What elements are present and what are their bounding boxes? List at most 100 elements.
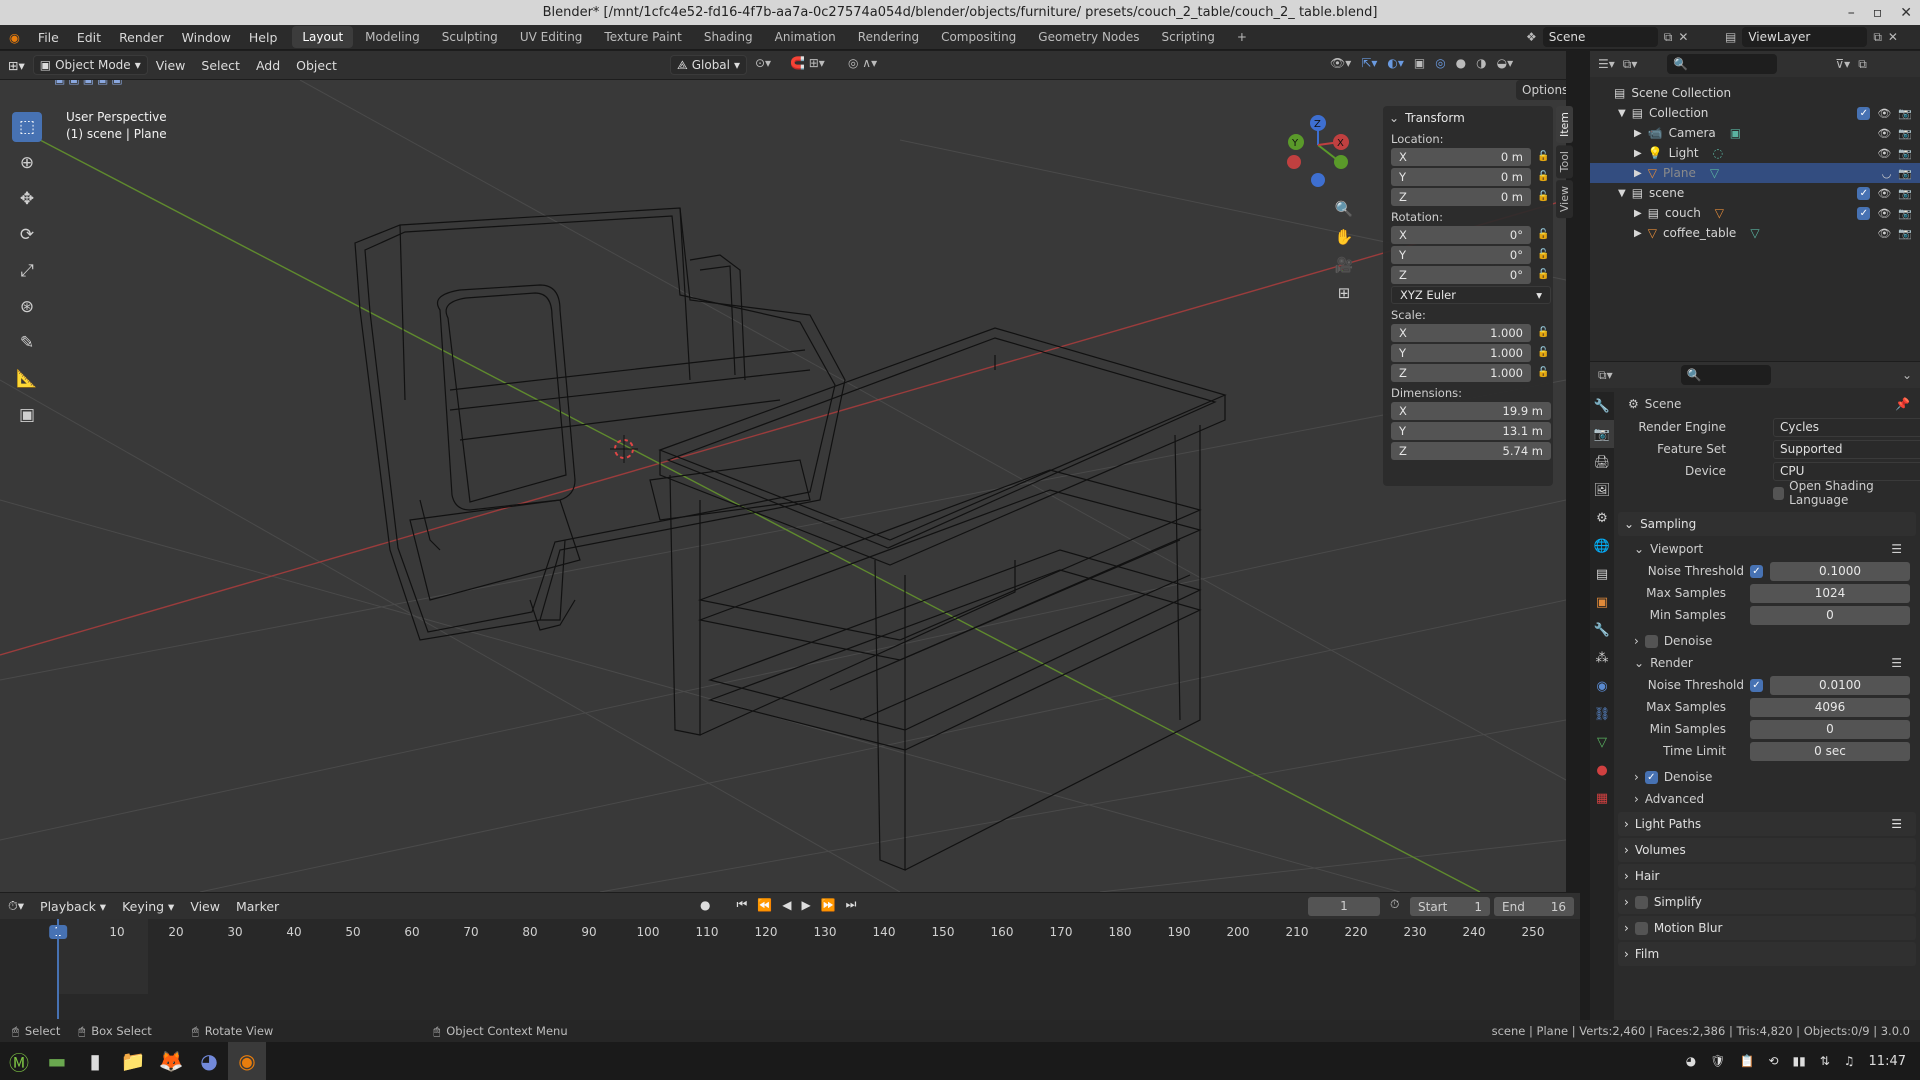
camera-icon[interactable]: 📷 (1898, 107, 1912, 120)
render-tab-icon[interactable]: 📷 (1590, 420, 1614, 448)
dimensions-x-field[interactable]: X 19.9 m (1391, 401, 1551, 420)
output-tab-icon[interactable]: 🖨 (1590, 448, 1614, 476)
chevron-down-icon[interactable]: ▼ (1618, 108, 1626, 119)
select-box-tool-icon[interactable]: ⬚ (12, 112, 42, 142)
exclude-checkbox[interactable]: ✓ (1857, 186, 1871, 200)
outliner-row-coffee-table[interactable]: ▶ ▽ coffee_table ▽ 👁 📷 (1590, 223, 1920, 243)
location-z-field[interactable]: Z0 m (1391, 187, 1531, 206)
options-dropdown[interactable]: Options▾ (1516, 80, 1566, 100)
play-reverse-icon[interactable]: ◀ (782, 898, 791, 912)
render-subpanel-header[interactable]: ⌄ Render ☰ (1618, 652, 1916, 674)
rotation-x-field[interactable]: X 0° (1391, 225, 1531, 244)
lock-icon[interactable]: 🔓 (1537, 171, 1549, 183)
menu-edit[interactable]: Edit (68, 25, 110, 50)
minimize-icon[interactable]: – (1848, 5, 1855, 21)
outliner-row-couch[interactable]: ▶ ▤ couch ▽ ✓ 👁 📷 (1590, 203, 1920, 223)
menu-view[interactable]: View (148, 58, 194, 73)
network-icon[interactable]: ⇅ (1820, 1054, 1830, 1068)
menu-window[interactable]: Window (173, 25, 240, 50)
r-denoise-header[interactable]: › ✓ Denoise (1618, 766, 1916, 788)
tab-compositing[interactable]: Compositing (931, 26, 1026, 48)
camera-icon[interactable]: 📷 (1898, 167, 1912, 180)
object-tab-icon[interactable]: ▣ (1590, 588, 1614, 616)
r-time-field[interactable]: 0 sec (1750, 741, 1910, 761)
hair-header[interactable]: › Hair (1618, 864, 1916, 888)
tab-view[interactable]: View (1556, 180, 1573, 219)
scene-tab-icon[interactable]: ⚙ (1590, 504, 1614, 532)
clipboard-icon[interactable]: 📋 (1739, 1054, 1754, 1068)
outliner-row-collection[interactable]: ▼ ▤ Collection ✓ 👁 📷 (1590, 103, 1920, 123)
blender-logo-icon[interactable]: ◉ (0, 25, 29, 50)
outliner-row-light[interactable]: ▶ 💡 Light ◌ 👁 📷 (1590, 143, 1920, 163)
lock-icon[interactable]: 🔓 (1537, 191, 1549, 203)
timeline-area[interactable]: 1102030405060708090100110120130140150160… (0, 919, 1580, 1033)
measure-tool-icon[interactable]: 📐 (12, 364, 42, 394)
scene-field[interactable]: Scene (1542, 27, 1658, 47)
jump-keyframe-forward-icon[interactable]: ⏩ (821, 898, 836, 912)
keyboard-layout-flag-icon[interactable]: ▮▮ (1792, 1054, 1805, 1068)
tab-geometry-nodes[interactable]: Geometry Nodes (1028, 26, 1149, 48)
exclude-checkbox[interactable]: ✓ (1857, 206, 1871, 220)
blender-taskbar-icon[interactable]: ◉ (228, 1042, 266, 1080)
collection-tab-icon[interactable]: ▤ (1590, 560, 1614, 588)
new-scene-icon[interactable]: ⧉ (1664, 30, 1673, 45)
update-icon[interactable]: ⟲ (1768, 1054, 1778, 1068)
select-invert-icon[interactable]: ▣ (97, 80, 108, 86)
r-denoise-checkbox[interactable]: ✓ (1644, 770, 1658, 784)
zoom-icon[interactable]: 🔍 (1330, 200, 1358, 228)
outliner-row-plane[interactable]: ▶ ▽ Plane ▽ ◡ 📷 (1590, 163, 1920, 183)
modifier-tab-icon[interactable]: 🔧 (1590, 616, 1614, 644)
jump-keyframe-back-icon[interactable]: ⏪ (757, 898, 772, 912)
scale-y-field[interactable]: Y 1.000 (1391, 343, 1531, 362)
lock-icon[interactable]: 🔓 (1537, 347, 1549, 359)
start-frame-field[interactable]: Start 1 (1410, 897, 1490, 916)
editor-type-icon[interactable]: ☰▾ (1598, 57, 1615, 71)
rotation-y-field[interactable]: Y 0° (1391, 245, 1531, 264)
transform-orientation-dropdown[interactable]: ⟁ Global ▾ (670, 55, 748, 75)
clock[interactable]: 11:47 (1869, 1054, 1906, 1069)
tab-scripting[interactable]: Scripting (1152, 26, 1225, 48)
chevron-right-icon[interactable]: ▶ (1634, 208, 1642, 219)
camera-icon[interactable]: 📷 (1898, 147, 1912, 160)
lock-icon[interactable]: 🔓 (1537, 151, 1549, 163)
eye-hidden-icon[interactable]: ◡ (1882, 167, 1892, 180)
eye-icon[interactable]: 👁 (1877, 127, 1891, 140)
eye-icon[interactable]: 👁 (1877, 187, 1891, 200)
motion-blur-header[interactable]: › Motion Blur (1618, 916, 1916, 940)
outliner-row-scene[interactable]: ▼ ▤ scene ✓ 👁 📷 (1590, 183, 1920, 203)
pan-hand-icon[interactable]: ✋ (1330, 228, 1358, 256)
dimensions-y-field[interactable]: Y 13.1 m (1391, 421, 1551, 440)
camera-icon[interactable]: 📷 (1898, 187, 1912, 200)
viewport-subpanel-header[interactable]: ⌄ Viewport ☰ (1618, 538, 1916, 560)
list-icon[interactable]: ☰ (1891, 656, 1902, 670)
chevron-down-icon[interactable]: ▼ (1618, 188, 1626, 199)
shield-icon[interactable]: 🛡 (1710, 1054, 1725, 1068)
tab-sculpting[interactable]: Sculpting (432, 26, 508, 48)
visibility-icon[interactable]: 👁▾ (1330, 56, 1351, 70)
display-mode-icon[interactable]: ⧉▾ (1623, 57, 1638, 72)
tab-modeling[interactable]: Modeling (355, 26, 430, 48)
maximize-icon[interactable]: ▫ (1873, 5, 1883, 21)
eye-icon[interactable]: 👁 (1877, 207, 1891, 220)
menu-keying[interactable]: Keying ▾ (114, 899, 182, 914)
files-icon[interactable]: 📁 (114, 1042, 152, 1080)
camera-view-icon[interactable]: 🎥 (1330, 256, 1358, 284)
data-tab-icon[interactable]: ▽ (1590, 728, 1614, 756)
outliner-row-camera[interactable]: ▶ 📹 Camera ▣ 👁 📷 (1590, 123, 1920, 143)
select-subtract-icon[interactable]: ▣ (83, 80, 94, 86)
advanced-header[interactable]: › Advanced (1618, 788, 1916, 810)
navigation-gizmo[interactable]: Z X Y (1287, 115, 1349, 187)
select-intersect-icon[interactable]: ▣ (111, 80, 122, 86)
ortho-grid-icon[interactable]: ⊞ (1330, 284, 1358, 312)
play-icon[interactable]: ▶ (801, 898, 810, 912)
chevron-right-icon[interactable]: ▶ (1634, 228, 1642, 239)
tool-tab-icon[interactable]: 🔧 (1590, 392, 1614, 420)
scale-z-field[interactable]: Z 1.000 (1391, 363, 1531, 382)
jump-start-icon[interactable]: ⏮ (736, 897, 747, 912)
vp-denoise-header[interactable]: › Denoise (1618, 630, 1916, 652)
gizmo-icon[interactable]: ⇱▾ (1361, 56, 1377, 70)
solid-shading-icon[interactable]: ● (1456, 56, 1466, 70)
filter-icon[interactable]: ⊽▾ (1835, 57, 1850, 71)
vp-noise-field[interactable]: 0.1000 (1770, 561, 1910, 581)
editor-type-icon[interactable]: ⏱▾ (0, 898, 32, 914)
